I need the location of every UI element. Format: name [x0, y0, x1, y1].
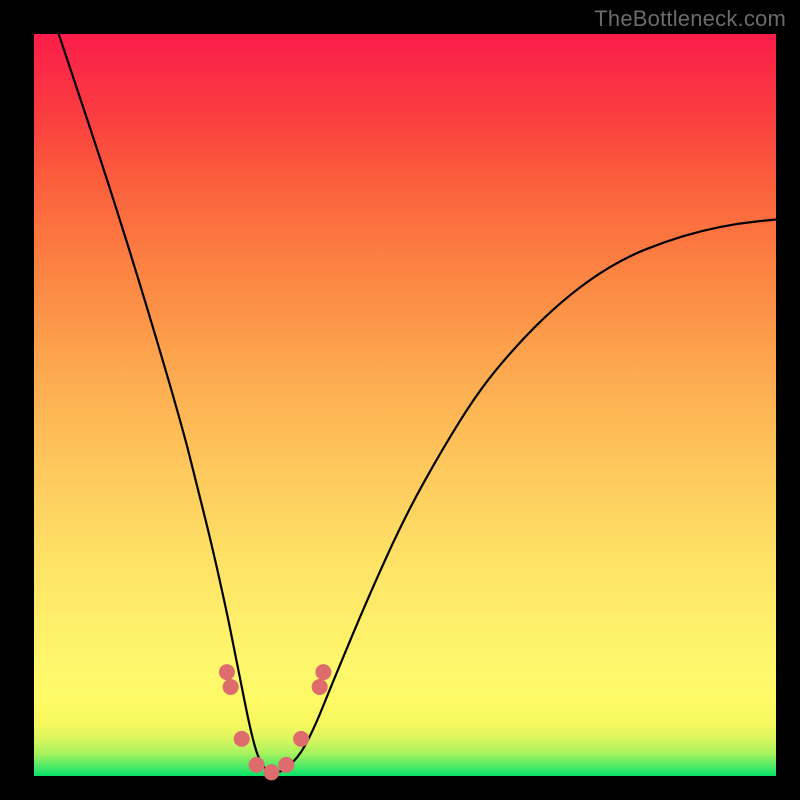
curve-marker	[219, 664, 235, 680]
curve-marker	[293, 731, 309, 747]
curve-marker	[315, 664, 331, 680]
chart-frame: TheBottleneck.com	[0, 0, 800, 800]
curve-marker	[278, 757, 294, 773]
curve-markers	[219, 664, 331, 780]
watermark-text: TheBottleneck.com	[594, 6, 786, 32]
curve-layer	[34, 34, 776, 776]
plot-area	[34, 34, 776, 776]
bottleneck-curve	[34, 0, 776, 772]
curve-marker	[223, 679, 239, 695]
curve-marker	[263, 764, 279, 780]
curve-marker	[234, 731, 250, 747]
curve-marker	[312, 679, 328, 695]
curve-marker	[249, 757, 265, 773]
